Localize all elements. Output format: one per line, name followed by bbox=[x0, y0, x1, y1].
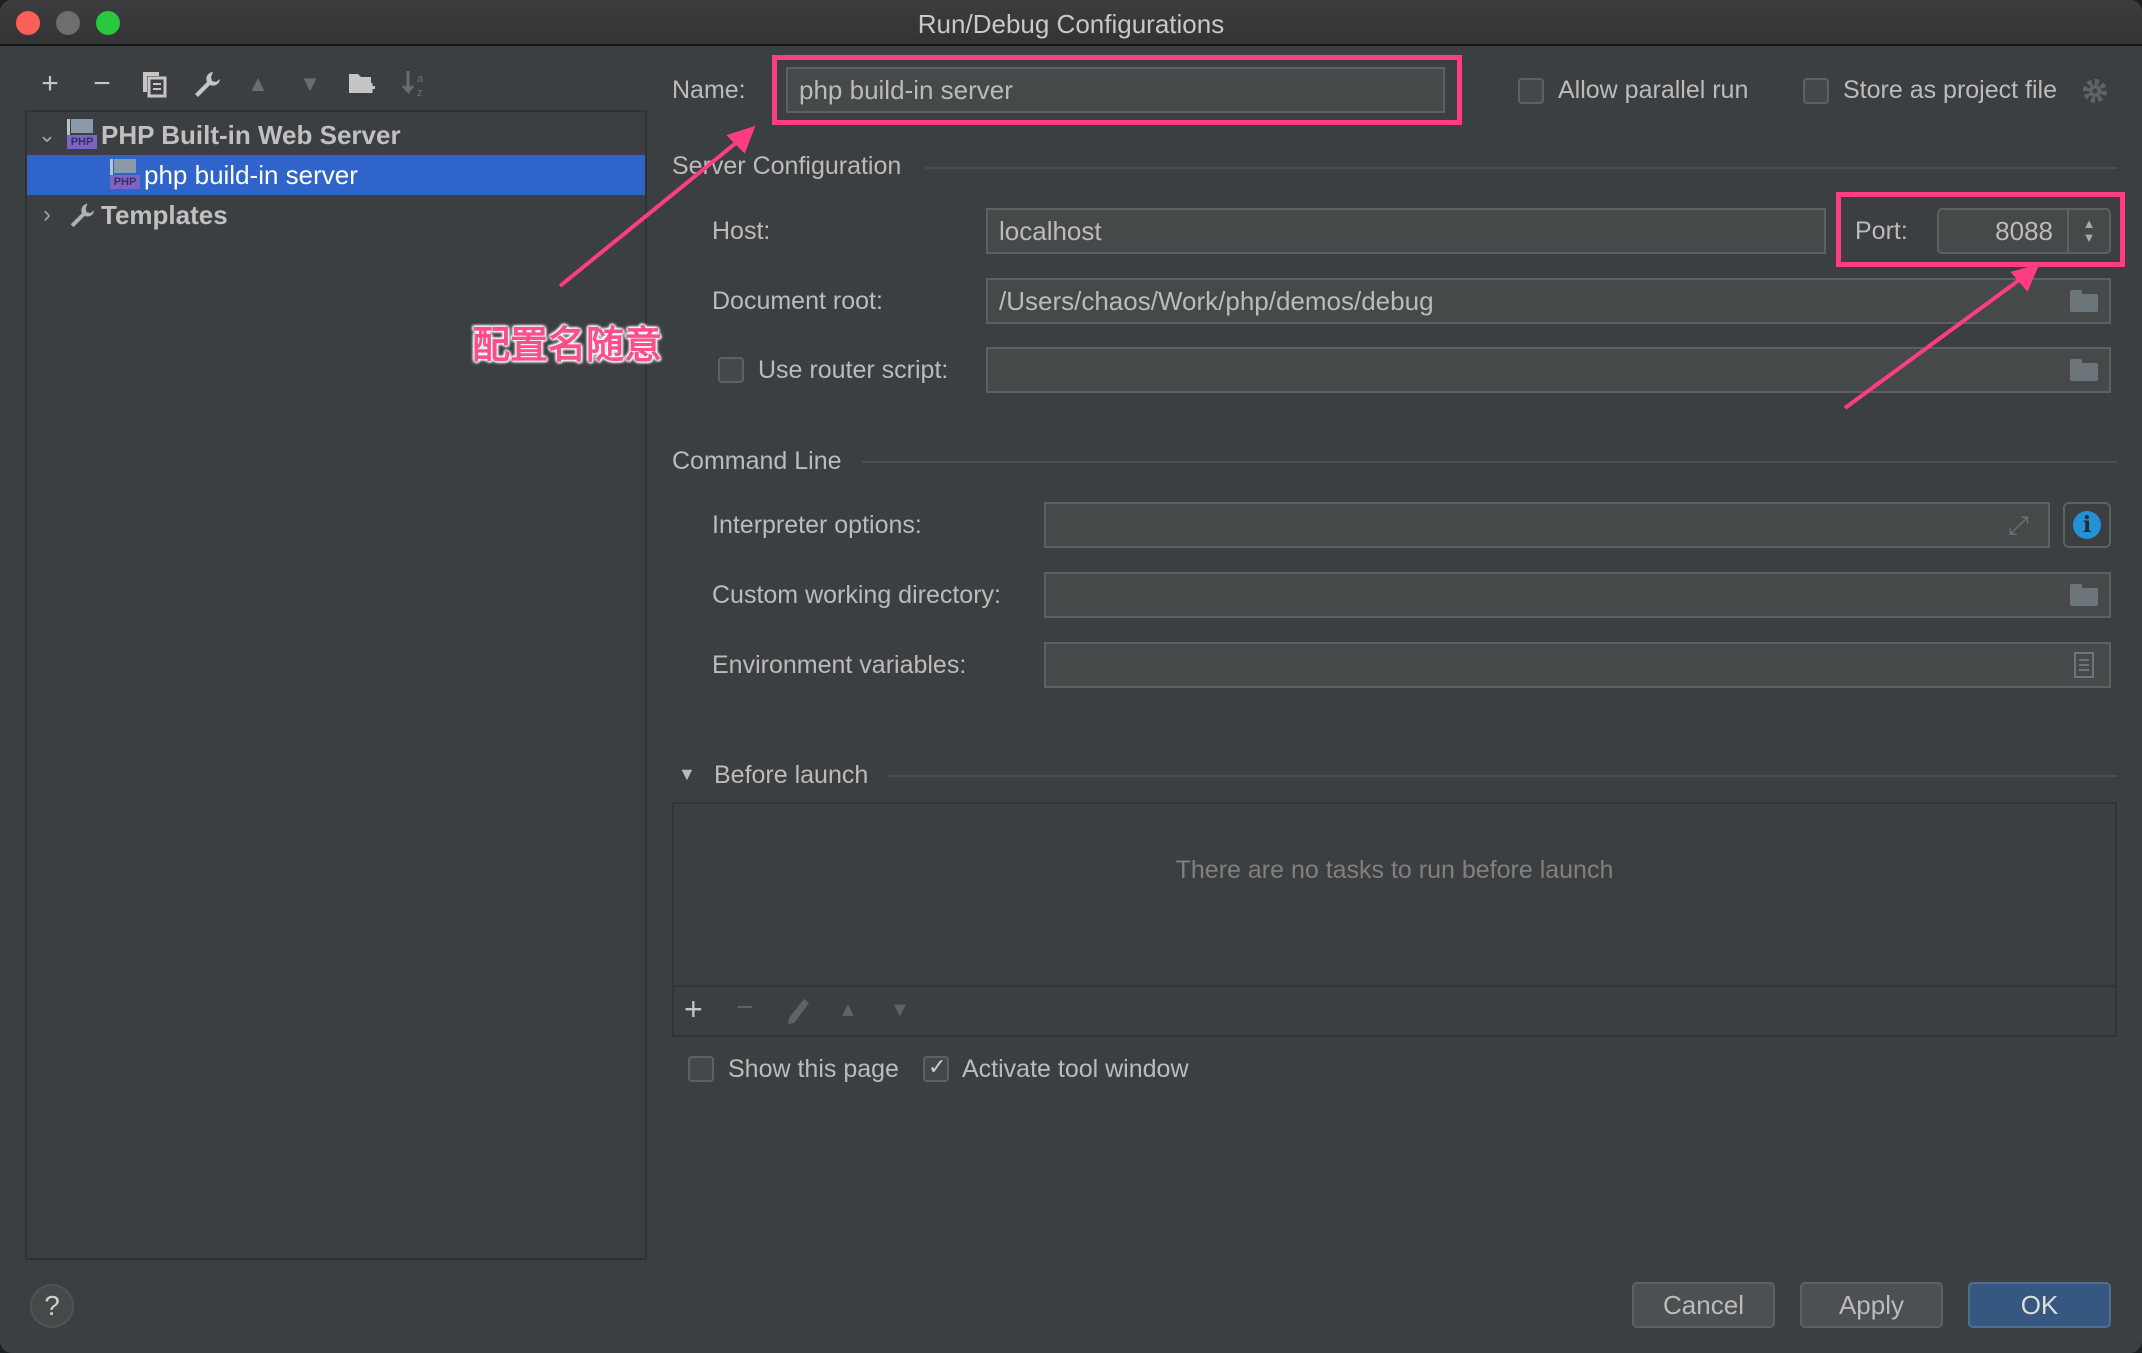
annotation-label: 配置名随意 bbox=[472, 325, 663, 367]
annotation-arrows bbox=[558, 125, 2040, 410]
arrow-head bbox=[2010, 263, 2040, 292]
arrow-to-port-field bbox=[1843, 273, 2028, 410]
run-debug-dialog: Run/Debug Configurations + − ▲ ▼ az ⌄ PH… bbox=[0, 0, 2142, 1353]
arrow-to-name-field bbox=[558, 136, 744, 288]
